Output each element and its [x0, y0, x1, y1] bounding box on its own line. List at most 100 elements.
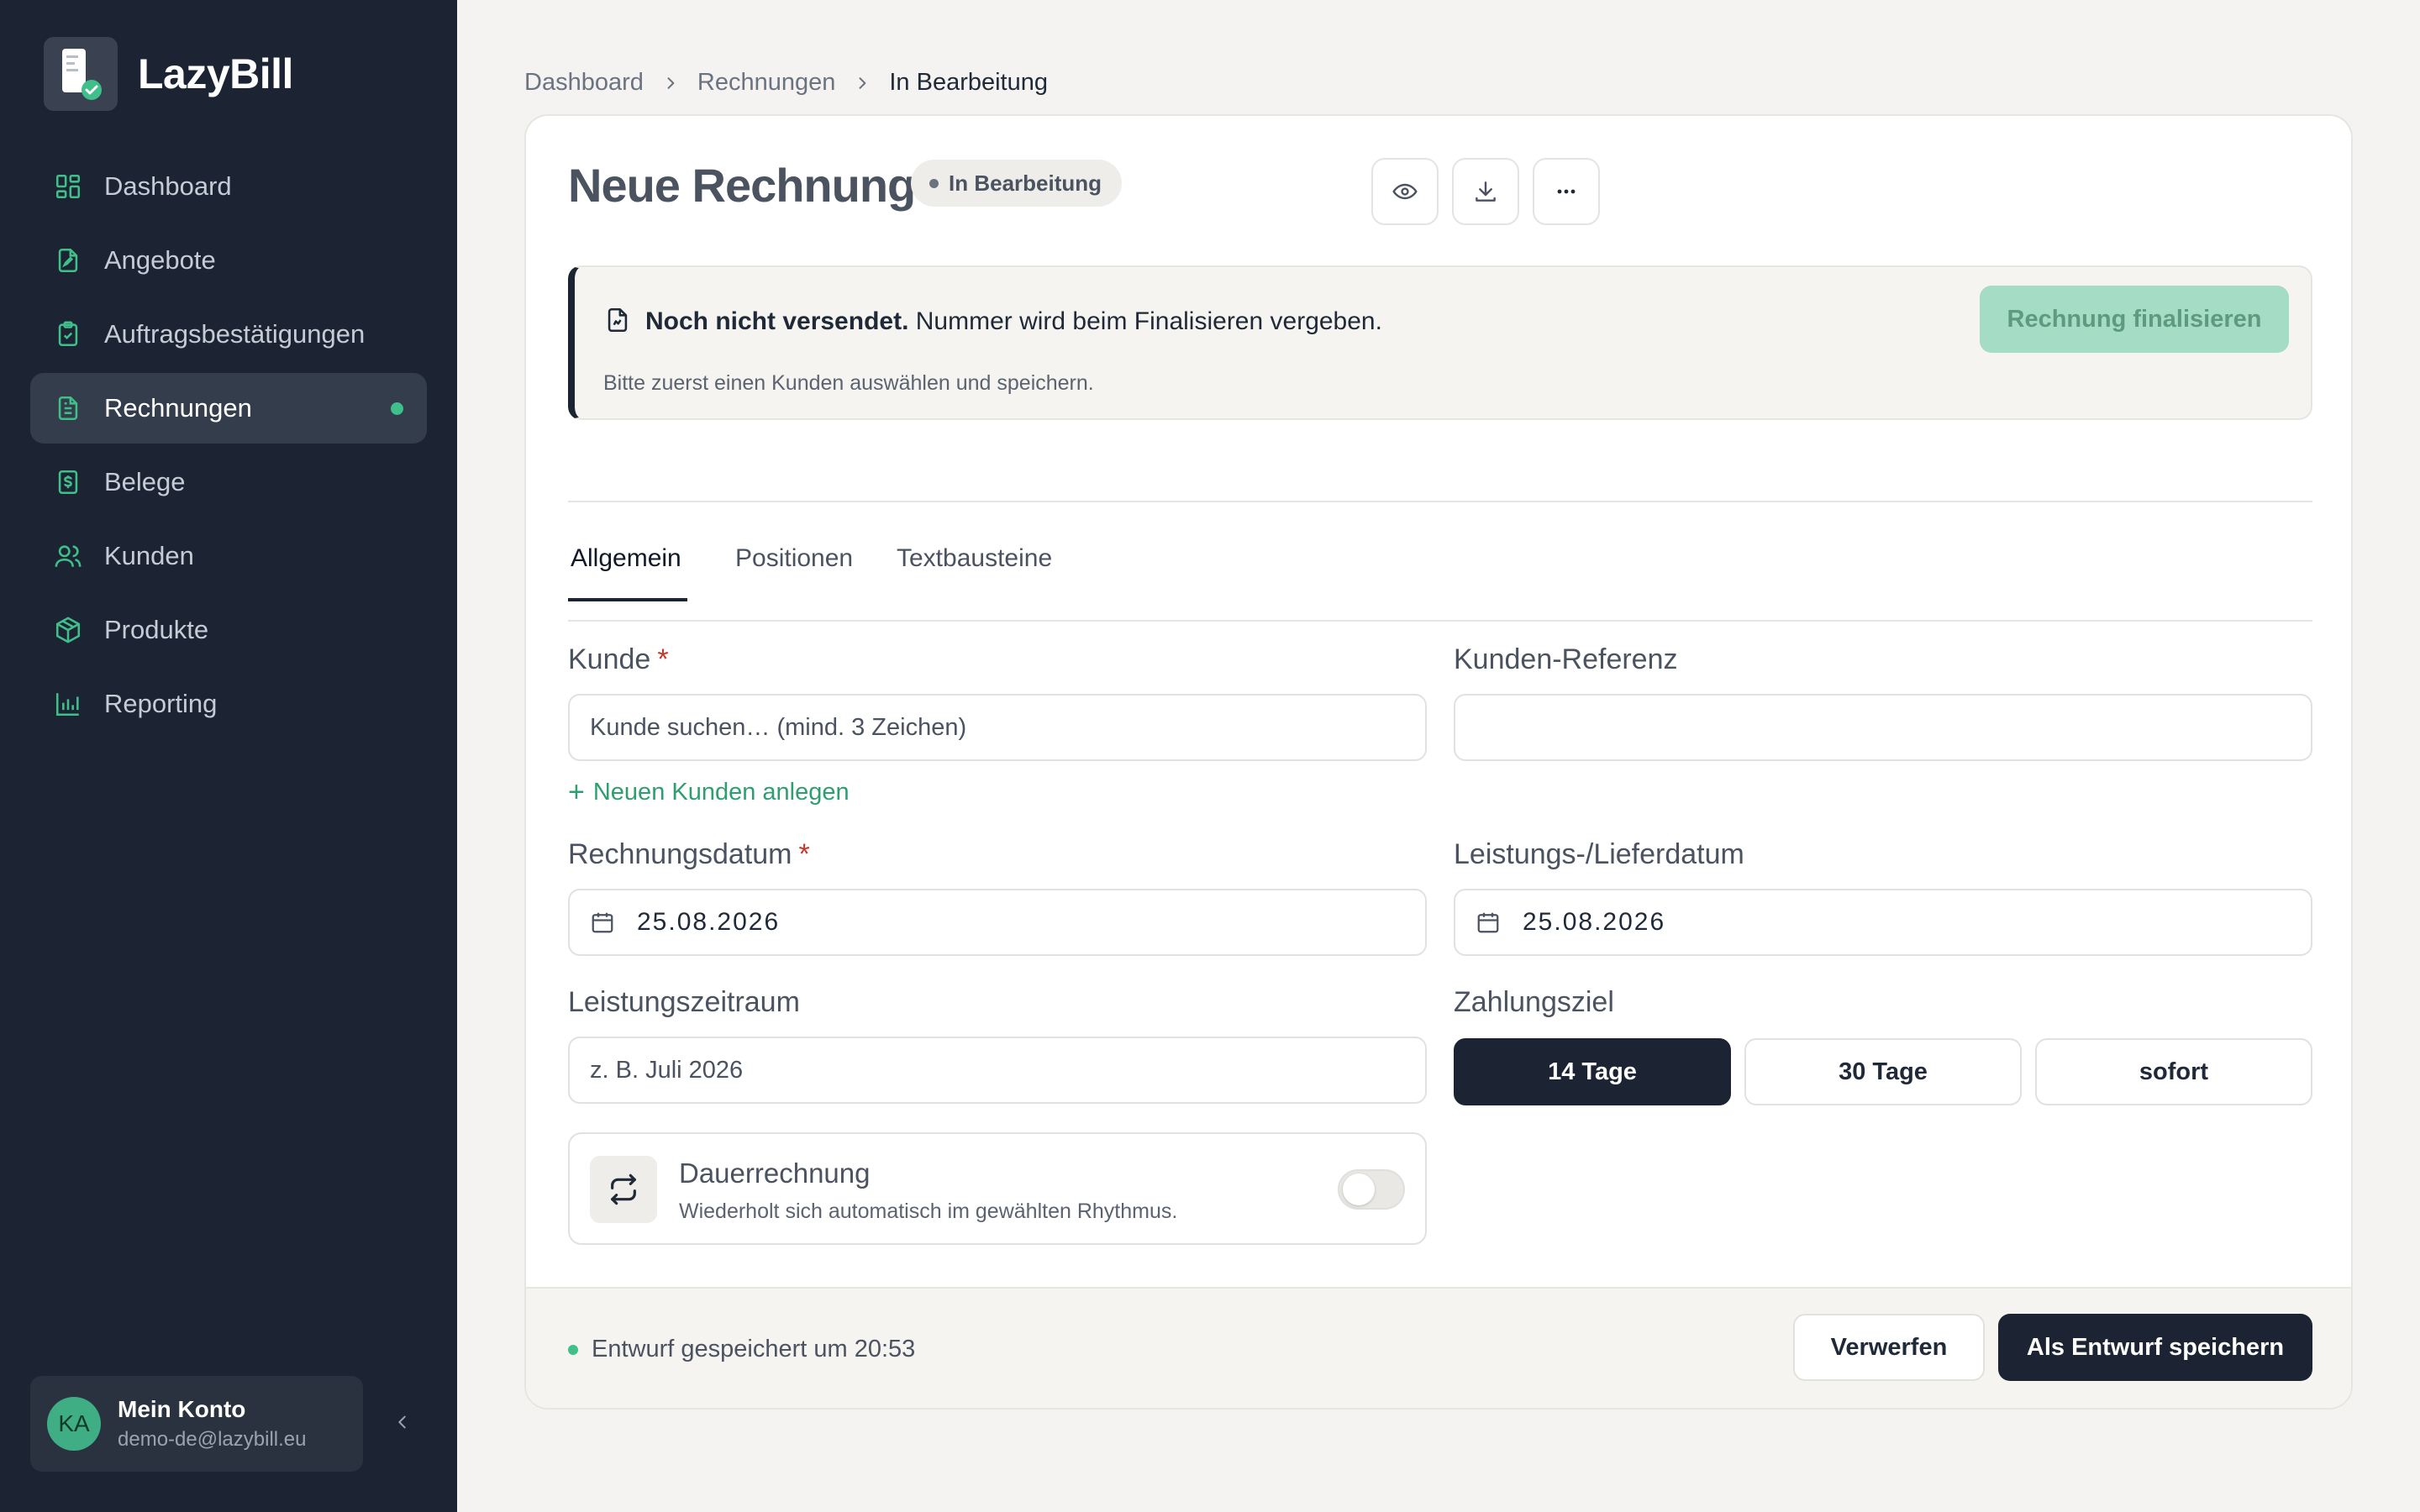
sidebar-item-kunden[interactable]: Kunden: [30, 521, 427, 591]
service-period-input[interactable]: z. B. Juli 2026: [568, 1037, 1427, 1104]
payment-term-14-days[interactable]: 14 Tage: [1454, 1038, 1731, 1105]
sidebar-item-label: Auftragsbestätigungen: [104, 319, 366, 349]
bar-chart-icon: [55, 693, 79, 717]
customer-label: Kunde *: [568, 643, 669, 676]
repeat-icon: [590, 1156, 657, 1223]
saved-indicator-dot: [568, 1344, 578, 1355]
eye-icon: [1392, 183, 1418, 200]
tabs-baseline: [568, 620, 2312, 622]
status-badge-label: In Bearbeitung: [949, 170, 1102, 196]
sidebar-item-label: Belege: [104, 467, 186, 496]
active-indicator-dot: [391, 402, 403, 415]
delivery-date-label: Leistungs-/Lieferdatum: [1454, 838, 1744, 870]
breadcrumb-dashboard[interactable]: Dashboard: [524, 69, 644, 97]
sidebar-item-auftragsbestaetigungen[interactable]: Auftragsbestätigungen: [30, 299, 427, 370]
save-status: Entwurf gespeichert um 20:53: [568, 1336, 915, 1363]
breadcrumb-current: In Bearbeitung: [889, 69, 1049, 96]
invoice-date-input[interactable]: 25.08.2026: [568, 889, 1427, 956]
sidebar-item-produkte[interactable]: Produkte: [30, 595, 427, 665]
payment-terms-label: Zahlungsziel: [1454, 986, 1614, 1018]
dashboard-icon: [55, 174, 81, 199]
required-marker: *: [798, 838, 810, 870]
tab-allgemein[interactable]: Allgemein: [571, 544, 681, 573]
status-dot: [929, 178, 939, 188]
delivery-date-input[interactable]: 25.08.2026: [1454, 889, 2312, 956]
notice-rest: Nummer wird beim Finalisieren vergeben.: [908, 307, 1382, 335]
toggle-knob: [1343, 1173, 1375, 1205]
download-button[interactable]: [1452, 158, 1519, 225]
sidebar-item-angebote[interactable]: Angebote: [30, 225, 427, 296]
package-icon: [55, 617, 81, 643]
clipboard-check-icon: [58, 321, 78, 347]
users-icon: [55, 545, 82, 567]
calendar-icon: [592, 912, 613, 933]
more-options-button[interactable]: [1533, 158, 1600, 225]
plus-icon: +: [568, 776, 585, 808]
discard-button[interactable]: Verwerfen: [1793, 1314, 1985, 1381]
customer-search-input[interactable]: Kunde suchen… (mind. 3 Zeichen): [568, 694, 1427, 761]
delivery-date-value: 25.08.2026: [1523, 908, 1666, 936]
receipt-dollar-icon: [58, 470, 78, 495]
sidebar-item-label: Kunden: [104, 541, 194, 570]
calendar-icon: [1477, 912, 1499, 933]
sidebar-item-label: Reporting: [104, 689, 218, 718]
invoice-date-label: Rechnungsdatum *: [568, 838, 810, 871]
brand[interactable]: LazyBill: [44, 37, 293, 111]
sidebar-item-label: Dashboard: [104, 171, 232, 201]
add-customer-link[interactable]: + Neuen Kunden anlegen: [568, 776, 850, 809]
required-marker: *: [657, 643, 669, 675]
avatar: KA: [47, 1397, 101, 1451]
chevron-right-icon: [859, 76, 866, 89]
notice-text: Noch nicht versendet. Nummer wird beim F…: [645, 307, 1382, 336]
recurring-toggle[interactable]: [1338, 1169, 1405, 1210]
editor-footer: Entwurf gespeichert um 20:53 Verwerfen A…: [526, 1287, 2351, 1408]
recurring-description: Wiederholt sich automatisch im gewählten…: [679, 1200, 1178, 1223]
breadcrumb-rechnungen[interactable]: Rechnungen: [697, 69, 835, 97]
save-status-text: Entwurf gespeichert um 20:53: [592, 1336, 916, 1362]
tab-positionen[interactable]: Positionen: [735, 544, 853, 573]
not-sent-notice: Noch nicht versendet. Nummer wird beim F…: [568, 265, 2312, 420]
recurring-invoice-option: Dauerrechnung Wiederholt sich automatisc…: [568, 1132, 1427, 1245]
sidebar-item-label: Rechnungen: [104, 393, 252, 423]
sidebar: LazyBill Dashboard Angebote Auftragsbest…: [0, 0, 457, 1512]
invoice-date-value: 25.08.2026: [637, 908, 781, 936]
finalize-invoice-button[interactable]: Rechnung finalisieren: [1980, 286, 2289, 353]
sidebar-item-label: Angebote: [104, 245, 216, 275]
lazybill-logo-icon: [44, 37, 118, 111]
payment-term-immediate[interactable]: sofort: [2035, 1038, 2312, 1105]
customer-reference-input[interactable]: [1454, 694, 2312, 761]
account-card[interactable]: KA Mein Konto demo-de@lazybill.eu: [30, 1376, 363, 1472]
service-period-label: Leistungszeitraum: [568, 986, 800, 1018]
sidebar-item-reporting[interactable]: Reporting: [30, 669, 427, 739]
collapse-sidebar-button[interactable]: [388, 1408, 417, 1436]
account-name: Mein Konto: [118, 1396, 246, 1422]
invoice-icon: [58, 396, 78, 421]
notice-bold: Noch nicht versendet.: [645, 307, 909, 335]
sidebar-item-rechnungen[interactable]: Rechnungen: [30, 373, 427, 444]
sidebar-nav: Dashboard Angebote Auftragsbestätigungen…: [30, 151, 427, 743]
payment-term-30-days[interactable]: 30 Tage: [1744, 1038, 2022, 1105]
customer-search-placeholder: Kunde suchen… (mind. 3 Zeichen): [590, 713, 967, 741]
section-divider: [568, 501, 2312, 502]
preview-button[interactable]: [1371, 158, 1439, 225]
save-draft-button[interactable]: Als Entwurf speichern: [1998, 1314, 2312, 1381]
status-badge: In Bearbeitung: [911, 160, 1123, 207]
customer-reference-label: Kunden-Referenz: [1454, 643, 1678, 675]
tab-textbausteine[interactable]: Textbausteine: [897, 544, 1052, 573]
sidebar-item-dashboard[interactable]: Dashboard: [30, 151, 427, 222]
recurring-title: Dauerrechnung: [679, 1158, 871, 1189]
invoice-editor-card: Neue Rechnung In Bearbeitung Noch nicht …: [524, 114, 2353, 1410]
notice-subtext: Bitte zuerst einen Kunden auswählen und …: [603, 371, 1094, 395]
document-signature-icon: [608, 307, 628, 333]
page-title: Neue Rechnung: [568, 159, 916, 212]
customer-label-text: Kunde: [568, 643, 651, 675]
account-email: demo-de@lazybill.eu: [118, 1428, 307, 1451]
breadcrumb: Dashboard Rechnungen In Bearbeitung: [524, 69, 1048, 97]
sidebar-item-label: Produkte: [104, 615, 209, 644]
active-tab-indicator: [568, 598, 687, 601]
add-customer-label: Neuen Kunden anlegen: [592, 779, 850, 806]
sidebar-item-belege[interactable]: Belege: [30, 447, 427, 517]
download-icon: [1476, 181, 1496, 202]
service-period-placeholder: z. B. Juli 2026: [590, 1056, 744, 1084]
more-horizontal-icon: [1557, 189, 1576, 194]
